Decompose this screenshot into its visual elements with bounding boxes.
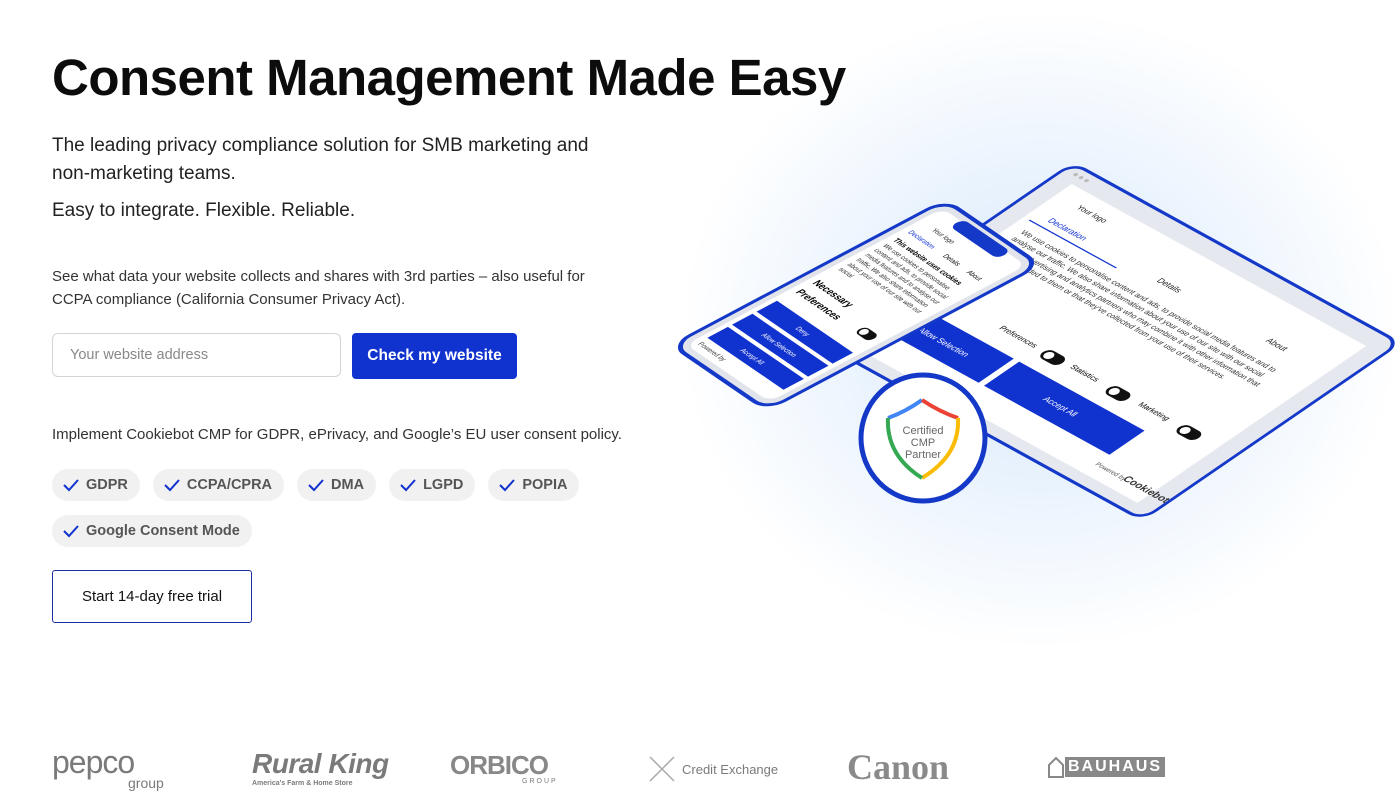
logo-text: pepco <box>52 744 135 780</box>
house-icon <box>1048 756 1064 778</box>
logo-text: Credit Exchange <box>682 761 779 777</box>
badge-text: CMP <box>911 437 935 449</box>
logo-bauhaus: BAUHAUS <box>1047 756 1165 778</box>
logo-text: Rural King <box>252 748 389 779</box>
logo-orbico: ORBICO GROUP <box>450 750 556 785</box>
certified-cmp-partner-badge: Certified CMP Partner <box>858 372 988 504</box>
logo-canon: Canon <box>847 747 950 787</box>
customer-logos: pepco group Rural King America's Farm & … <box>52 740 1202 795</box>
logo-subtext: America's Farm & Home Store <box>252 780 353 787</box>
badge-text: Certified <box>903 425 944 437</box>
product-illustration: Your logo Declaration Details About We u… <box>677 166 1395 517</box>
logo-rural-king: Rural King America's Farm & Home Store <box>252 748 389 787</box>
logo-credit-exchange: Credit Exchange <box>648 756 778 782</box>
logo-subtext: GROUP <box>522 778 558 785</box>
logo-subtext: group <box>128 775 164 791</box>
logo-text: BAUHAUS <box>1065 757 1165 777</box>
badge-text: Partner <box>905 449 941 461</box>
x-mark-icon <box>649 756 675 782</box>
logo-pepco: pepco group <box>52 744 164 791</box>
logo-text: ORBICO <box>450 750 549 780</box>
